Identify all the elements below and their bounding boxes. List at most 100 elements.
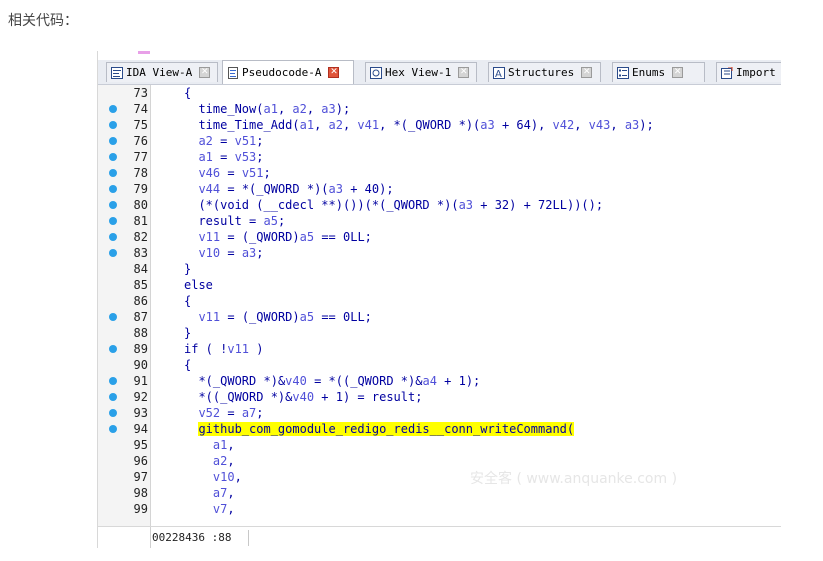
code-line[interactable]: 88} [98,325,781,341]
code-text: a2, [212,454,235,468]
status-separator [248,530,249,546]
breakpoint-dot-icon[interactable] [109,137,117,145]
tab-bar: IDA View-A ✕ Pseudocode-A ✕ Hex View-1 ✕… [98,60,781,85]
breakpoint-dot-icon[interactable] [109,217,117,225]
code-line[interactable]: 81 result = a5; [98,213,781,229]
code-line[interactable]: 91 *(_QWORD *)&v40 = *((_QWORD *)&a4 + 1… [98,373,781,389]
breakpoint-dot-icon[interactable] [109,313,117,321]
tab-hex-view-1[interactable]: Hex View-1 ✕ [365,62,477,82]
breakpoint-dot-icon[interactable] [109,393,117,401]
breakpoint-dot-icon[interactable] [109,425,117,433]
line-number: 75 [133,118,148,132]
breakpoint-dot-icon[interactable] [109,409,117,417]
hex-view-icon [370,66,382,79]
pseudocode-view[interactable]: 73{74 time_Now(a1, a2, a3); 75 time_Time_… [98,85,781,526]
line-number: 92 [133,390,148,404]
line-number: 84 [133,262,148,276]
tab-label: IDA View-A [126,66,193,79]
code-line[interactable]: 89 if ( !v11 ) [98,341,781,357]
status-bar: 00228436 :88 [98,526,781,548]
line-number: 86 [133,294,148,308]
code-text: } [184,262,192,276]
breakpoint-dot-icon[interactable] [109,121,117,129]
tab-ida-view-a[interactable]: IDA View-A ✕ [106,62,218,82]
code-line[interactable]: 97 v10, [98,469,781,485]
line-number: 79 [133,182,148,196]
close-icon[interactable]: ✕ [328,67,340,78]
code-line[interactable]: 75 time_Time_Add(a1, a2, v41, *(_QWORD *… [98,117,781,133]
tab-label: Pseudocode-A [242,66,322,79]
line-number: 95 [133,438,148,452]
code-text: (*(void (__cdecl **)())(*(_QWORD *)(a3 +… [184,198,604,212]
code-text: a1 = v53; [198,150,264,164]
code-line[interactable]: 82 v11 = (_QWORD)a5 == 0LL; [98,229,781,245]
code-text: a2 = v51; [198,134,264,148]
breakpoint-dot-icon[interactable] [109,233,117,241]
highlighted-call[interactable]: github_com_gomodule_redigo_redis__conn_w… [198,422,575,436]
tab-label: Enums [632,66,666,79]
tab-imports[interactable]: Import [716,62,781,82]
code-text: a1, [212,438,235,452]
breakpoint-dot-icon[interactable] [109,153,117,161]
code-line[interactable]: 80 (*(void (__cdecl **)())(*(_QWORD *)(a… [98,197,781,213]
breakpoint-dot-icon[interactable] [109,377,117,385]
line-number: 81 [133,214,148,228]
code-text: v52 = a7; [198,406,264,420]
code-line[interactable]: 85 else [98,277,781,293]
code-line[interactable]: 77 a1 = v53; [98,149,781,165]
tab-structures[interactable]: A Structures ✕ [488,62,601,82]
line-number: 90 [133,358,148,372]
line-number: 87 [133,310,148,324]
breakpoint-dot-icon[interactable] [109,345,117,353]
line-number: 76 [133,134,148,148]
code-text: { [184,294,192,308]
close-icon[interactable]: ✕ [581,67,593,78]
code-line[interactable]: 83 v10 = a3; [98,245,781,261]
code-line[interactable]: 93 v52 = a7; [98,405,781,421]
code-line[interactable]: 98 a7, [98,485,781,501]
code-text: { [184,358,192,372]
code-text: { [184,86,192,100]
code-line[interactable]: 74 time_Now(a1, a2, a3); [98,101,781,117]
code-line[interactable]: 84} [98,261,781,277]
code-text: v10 = a3; [198,246,264,260]
status-divider [150,527,151,548]
close-icon[interactable]: ✕ [672,67,684,78]
line-number: 89 [133,342,148,356]
code-line[interactable]: 96 a2, [98,453,781,469]
code-line[interactable]: 99 v7, [98,501,781,517]
breakpoint-dot-icon[interactable] [109,185,117,193]
code-text: *((_QWORD *)&v40 + 1) = result; [184,390,423,404]
breakpoint-dot-icon[interactable] [109,169,117,177]
breakpoint-dot-icon[interactable] [109,201,117,209]
close-icon[interactable]: ✕ [458,67,470,78]
code-line[interactable]: 87 v11 = (_QWORD)a5 == 0LL; [98,309,781,325]
breakpoint-dot-icon[interactable] [109,249,117,257]
line-number: 96 [133,454,148,468]
code-text: time_Now(a1, a2, a3); [198,102,351,116]
code-text: v44 = *(_QWORD *)(a3 + 40); [198,182,394,196]
close-icon[interactable]: ✕ [199,67,211,78]
code-text: v11 = (_QWORD)a5 == 0LL; [198,310,372,324]
code-line[interactable]: 79 v44 = *(_QWORD *)(a3 + 40); [98,181,781,197]
code-text: a7, [212,486,235,500]
tab-enums[interactable]: Enums ✕ [612,62,705,82]
ida-window: IDA View-A ✕ Pseudocode-A ✕ Hex View-1 ✕… [97,51,781,548]
code-line[interactable]: 94 github_com_gomodule_redigo_redis__con… [98,421,781,437]
code-text: else [184,278,213,292]
code-line[interactable]: 92 *((_QWORD *)&v40 + 1) = result; [98,389,781,405]
code-line[interactable]: 73 { [98,85,781,101]
code-line[interactable]: 78 v46 = v51; [98,165,781,181]
code-line[interactable]: 86 { [98,293,781,309]
toolbar-marker [138,51,150,54]
ida-view-icon [111,66,123,79]
code-line[interactable]: 76 a2 = v51; [98,133,781,149]
code-line[interactable]: 95 a1, [98,437,781,453]
line-number: 80 [133,198,148,212]
breakpoint-dot-icon[interactable] [109,105,117,113]
tab-label: Hex View-1 [385,66,452,79]
code-line[interactable]: 90 { [98,357,781,373]
code-text: v7, [212,502,235,516]
line-number: 78 [133,166,148,180]
tab-pseudocode-a[interactable]: Pseudocode-A ✕ [222,60,354,84]
